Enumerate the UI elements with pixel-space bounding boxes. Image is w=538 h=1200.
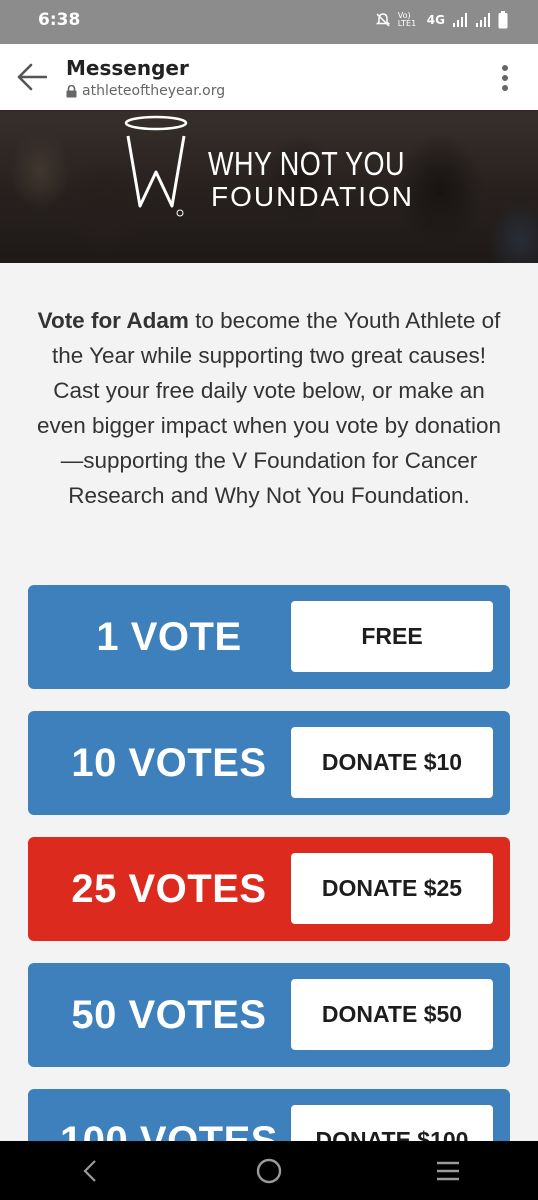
vote-option-1[interactable]: 1 VOTE FREE	[28, 585, 510, 689]
vote-option-25[interactable]: 25 VOTES DONATE $25	[28, 837, 510, 941]
system-nav-bar	[0, 1141, 538, 1200]
vote-option-10[interactable]: 10 VOTES DONATE $10	[28, 711, 510, 815]
intro-text: Vote for Adam to become the Youth Athlet…	[30, 303, 508, 513]
donate-50-button[interactable]: DONATE $50	[291, 979, 493, 1050]
vote-option-50[interactable]: 50 VOTES DONATE $50	[28, 963, 510, 1067]
status-icons: Vo) LTE1 4G	[375, 11, 508, 29]
mute-icon	[375, 13, 391, 27]
nav-recents-button[interactable]	[418, 1141, 478, 1200]
vote-count: 25 VOTES	[71, 866, 267, 911]
battery-icon	[498, 11, 508, 29]
hero-banner: WHY NOT YOU FOUNDATION	[0, 110, 538, 263]
app-bar: Messenger athleteoftheyear.org	[0, 44, 538, 110]
arrow-left-icon	[17, 63, 47, 91]
app-title: Messenger	[66, 56, 189, 80]
donate-10-button[interactable]: DONATE $10	[291, 727, 493, 798]
more-options-button[interactable]	[494, 63, 516, 93]
foundation-title: WHY NOT YOU	[208, 145, 405, 182]
url-display[interactable]: athleteoftheyear.org	[66, 83, 225, 99]
back-button[interactable]	[14, 59, 50, 95]
vote-count: 1 VOTE	[96, 614, 242, 659]
chevron-left-icon	[83, 1159, 96, 1182]
signal-2-icon	[476, 13, 490, 27]
vote-free-button[interactable]: FREE	[291, 601, 493, 672]
foundation-subtitle: FOUNDATION	[211, 181, 415, 212]
intro-body: to become the Youth Athlete of the Year …	[36, 308, 502, 508]
foundation-logo-icon	[124, 115, 188, 217]
status-time: 6:38	[38, 10, 81, 30]
more-vertical-icon	[502, 65, 508, 71]
intro-bold: Vote for Adam	[37, 308, 189, 333]
nav-home-button[interactable]	[239, 1141, 299, 1200]
volte-label: Vo) LTE1	[397, 11, 417, 28]
lock-icon	[66, 84, 77, 97]
menu-lines-icon	[437, 1161, 460, 1180]
vote-count: 50 VOTES	[71, 992, 267, 1037]
url-text: athleteoftheyear.org	[82, 83, 226, 99]
signal-icon	[453, 13, 467, 27]
circle-home-icon	[256, 1158, 282, 1183]
status-bar: 6:38 Vo) LTE1 4G	[0, 0, 538, 44]
vote-count: 10 VOTES	[71, 740, 267, 785]
donate-25-button[interactable]: DONATE $25	[291, 853, 493, 924]
nav-back-button[interactable]	[60, 1141, 120, 1200]
network-label: 4G	[426, 13, 445, 27]
